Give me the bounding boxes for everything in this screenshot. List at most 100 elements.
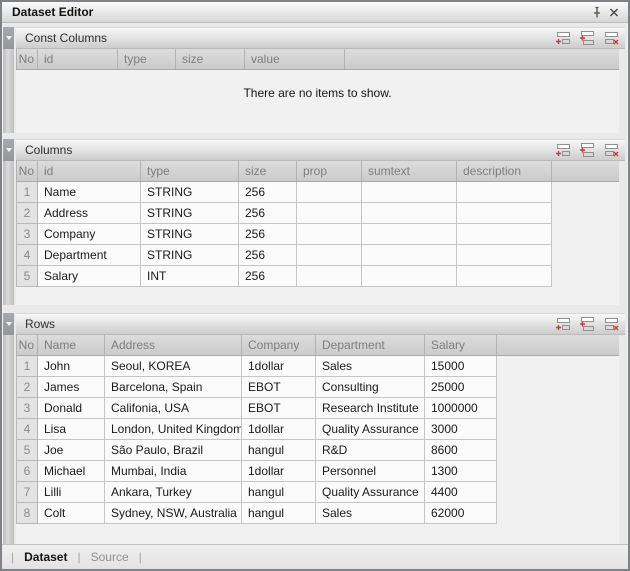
tab-source[interactable]: Source (91, 550, 129, 564)
delete-row-icon[interactable] (602, 317, 619, 332)
table-cell[interactable]: 256 (239, 182, 297, 203)
row-number-cell[interactable]: 3 (16, 398, 38, 419)
table-cell[interactable]: Colt (38, 503, 105, 524)
table-cell[interactable]: Personnel (316, 461, 425, 482)
table-cell[interactable]: Sales (316, 503, 425, 524)
table-cell[interactable]: Name (38, 182, 141, 203)
table-cell[interactable]: Ankara, Turkey (105, 482, 242, 503)
table-cell[interactable]: John (38, 356, 105, 377)
table-cell[interactable]: Quality Assurance (316, 482, 425, 503)
column-header-address[interactable]: Address (105, 335, 242, 355)
table-cell[interactable]: R&D (316, 440, 425, 461)
row-number-cell[interactable]: 1 (16, 356, 38, 377)
table-cell[interactable]: 256 (239, 203, 297, 224)
insert-row-icon[interactable] (578, 317, 595, 332)
table-cell[interactable]: EBOT (242, 377, 316, 398)
table-cell[interactable] (297, 182, 362, 203)
table-cell[interactable]: STRING (141, 224, 239, 245)
table-cell[interactable]: hangul (242, 440, 316, 461)
table-cell[interactable]: 8600 (425, 440, 497, 461)
column-header-company[interactable]: Company (242, 335, 316, 355)
row-number-cell[interactable]: 1 (16, 182, 38, 203)
table-cell[interactable]: hangul (242, 482, 316, 503)
insert-row-icon[interactable] (578, 31, 595, 46)
row-number-cell[interactable]: 8 (16, 503, 38, 524)
insert-row-icon[interactable] (578, 143, 595, 158)
column-header-no[interactable]: No (16, 49, 38, 69)
row-number-cell[interactable]: 5 (16, 440, 38, 461)
column-header-sumtext[interactable]: sumtext (362, 161, 457, 181)
table-cell[interactable]: 1dollar (242, 419, 316, 440)
row-number-cell[interactable]: 3 (16, 224, 38, 245)
column-header-no[interactable]: No (16, 335, 38, 355)
table-cell[interactable]: 1300 (425, 461, 497, 482)
table-cell[interactable]: 256 (239, 224, 297, 245)
table-cell[interactable]: 62000 (425, 503, 497, 524)
table-cell[interactable]: hangul (242, 503, 316, 524)
close-icon[interactable] (605, 4, 622, 20)
table-cell[interactable]: Michael (38, 461, 105, 482)
table-cell[interactable]: Joe (38, 440, 105, 461)
table-cell[interactable] (297, 266, 362, 287)
table-cell[interactable]: 4400 (425, 482, 497, 503)
pin-icon[interactable] (588, 4, 605, 20)
table-cell[interactable]: Lisa (38, 419, 105, 440)
table-cell[interactable]: London, United Kingdom (105, 419, 242, 440)
table-cell[interactable]: James (38, 377, 105, 398)
table-cell[interactable] (457, 245, 552, 266)
row-number-cell[interactable]: 7 (16, 482, 38, 503)
add-row-icon[interactable] (554, 143, 571, 158)
column-header-id[interactable]: id (38, 161, 141, 181)
column-header-id[interactable]: id (38, 49, 118, 69)
table-cell[interactable]: Barcelona, Spain (105, 377, 242, 398)
table-cell[interactable] (297, 203, 362, 224)
collapse-section-button[interactable] (3, 27, 14, 49)
row-number-cell[interactable]: 2 (16, 377, 38, 398)
table-cell[interactable]: Sydney, NSW, Australia (105, 503, 242, 524)
collapse-section-button[interactable] (3, 313, 14, 335)
tab-dataset[interactable]: Dataset (24, 550, 67, 564)
row-number-cell[interactable]: 4 (16, 419, 38, 440)
table-cell[interactable]: 256 (239, 266, 297, 287)
column-header-value[interactable]: value (245, 49, 345, 69)
column-header-no[interactable]: No (16, 161, 38, 181)
add-row-icon[interactable] (554, 31, 571, 46)
table-cell[interactable]: Lilli (38, 482, 105, 503)
column-header-type[interactable]: type (118, 49, 176, 69)
table-cell[interactable]: 1dollar (242, 461, 316, 482)
table-cell[interactable] (362, 245, 457, 266)
table-cell[interactable]: Address (38, 203, 141, 224)
table-cell[interactable] (457, 203, 552, 224)
table-cell[interactable]: STRING (141, 245, 239, 266)
table-cell[interactable]: STRING (141, 203, 239, 224)
add-row-icon[interactable] (554, 317, 571, 332)
table-cell[interactable]: São Paulo, Brazil (105, 440, 242, 461)
column-header-salary[interactable]: Salary (425, 335, 497, 355)
table-cell[interactable]: Mumbai, India (105, 461, 242, 482)
column-header-department[interactable]: Department (316, 335, 425, 355)
table-cell[interactable] (457, 224, 552, 245)
table-cell[interactable]: Donald (38, 398, 105, 419)
table-cell[interactable]: STRING (141, 182, 239, 203)
column-header-type[interactable]: type (141, 161, 239, 181)
table-cell[interactable]: Salary (38, 266, 141, 287)
row-number-cell[interactable]: 2 (16, 203, 38, 224)
column-header-prop[interactable]: prop (297, 161, 362, 181)
row-number-cell[interactable]: 4 (16, 245, 38, 266)
table-cell[interactable]: EBOT (242, 398, 316, 419)
table-cell[interactable] (457, 266, 552, 287)
table-cell[interactable]: Califonia, USA (105, 398, 242, 419)
row-number-cell[interactable]: 5 (16, 266, 38, 287)
table-cell[interactable] (297, 245, 362, 266)
table-cell[interactable] (362, 182, 457, 203)
table-cell[interactable]: INT (141, 266, 239, 287)
table-cell[interactable]: Sales (316, 356, 425, 377)
table-cell[interactable] (457, 182, 552, 203)
column-header-name[interactable]: Name (38, 335, 105, 355)
delete-row-icon[interactable] (602, 31, 619, 46)
table-cell[interactable]: 1dollar (242, 356, 316, 377)
table-cell[interactable] (362, 203, 457, 224)
table-cell[interactable] (297, 224, 362, 245)
table-cell[interactable]: Company (38, 224, 141, 245)
table-cell[interactable]: Seoul, KOREA (105, 356, 242, 377)
